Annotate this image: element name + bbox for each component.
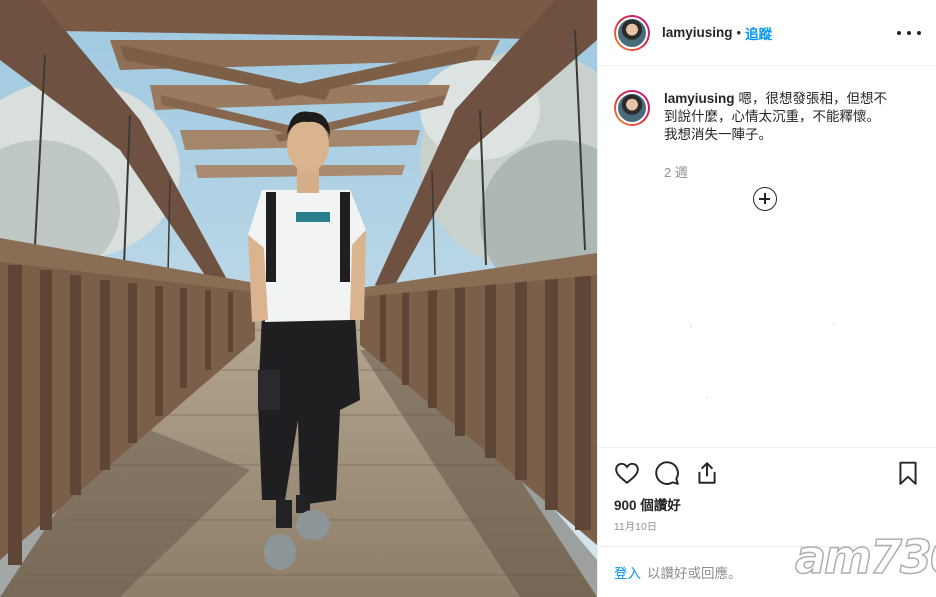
caption-line-1: 嗯，很想發張相，但想不	[738, 91, 888, 106]
post-date[interactable]: 11月10日	[614, 518, 657, 533]
bookmark-icon[interactable]	[895, 460, 921, 486]
caption-timestamp[interactable]: 2 週	[664, 162, 688, 181]
heart-icon[interactable]	[614, 460, 640, 486]
speck	[706, 397, 708, 398]
plus-circle-icon[interactable]	[753, 187, 777, 211]
post-photo[interactable]	[0, 0, 597, 597]
caption-line-3: 我想消失一陣子。	[664, 127, 772, 142]
bridge-photo-image	[0, 0, 597, 597]
caption-text: lamyiusing 嗯，很想發張相，但想不 到說什麼，心情太沉重，不能釋懷。 我…	[664, 90, 924, 144]
more-options-icon[interactable]	[897, 24, 921, 42]
caption-avatar[interactable]	[614, 90, 650, 126]
action-bar	[598, 447, 936, 499]
username-link[interactable]: lamyiusing	[662, 25, 733, 40]
comment-bubble-icon[interactable]	[654, 460, 680, 486]
speck	[690, 326, 692, 327]
separator-dot: •	[736, 25, 742, 40]
am730-watermark-logo: am730	[794, 529, 936, 585]
post-sidebar: lamyiusing • 追蹤 lamyiusing 嗯，很想發張相，但想不 到說…	[597, 0, 936, 597]
avatar[interactable]	[614, 14, 650, 51]
follow-button[interactable]: 追蹤	[745, 23, 772, 43]
login-prompt-text: 以讚好或回應。	[647, 566, 742, 581]
caption-username-link[interactable]: lamyiusing	[664, 91, 735, 106]
share-upload-icon[interactable]	[694, 460, 720, 486]
like-count[interactable]: 900 個讚好	[614, 494, 681, 514]
caption-line-2: 到說什麼，心情太沉重，不能釋懷。	[664, 109, 880, 124]
post-header: lamyiusing • 追蹤	[598, 0, 936, 66]
login-link[interactable]: 登入	[614, 562, 641, 582]
caption-comment: lamyiusing 嗯，很想發張相，但想不 到說什麼，心情太沉重，不能釋懷。 我…	[614, 90, 924, 144]
speck	[833, 323, 835, 324]
